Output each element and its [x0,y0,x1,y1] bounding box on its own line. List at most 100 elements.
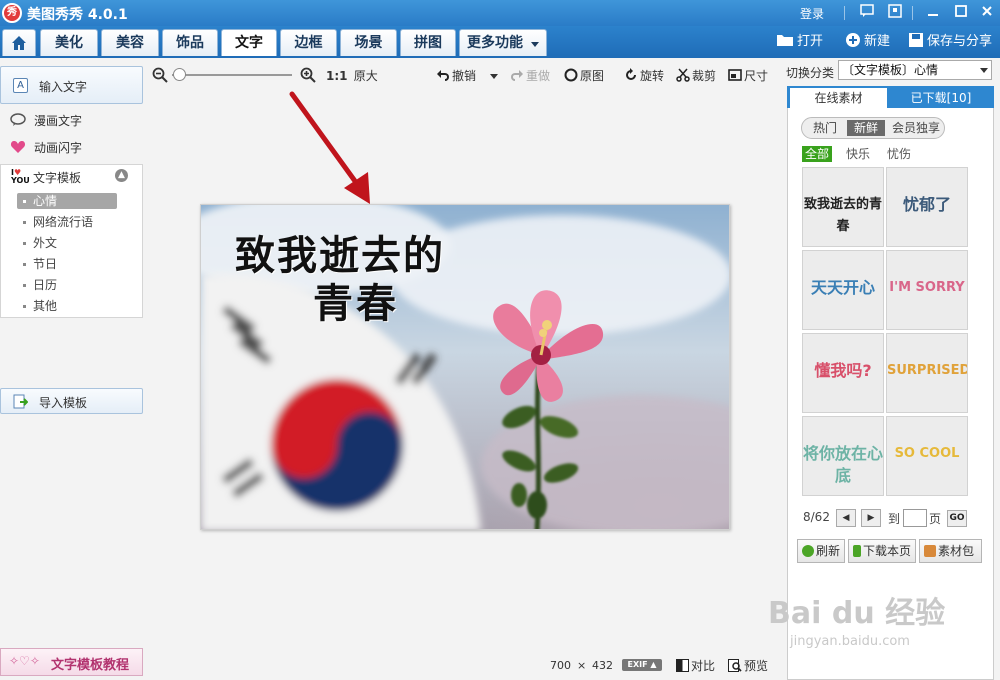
original-image-button[interactable]: 原图 [564,68,604,84]
refresh-icon [802,545,814,557]
triangle-icon: ▲ [647,660,657,669]
template-thumbnail-text: SURPRISED [887,363,968,378]
template-thumbnail[interactable]: SO COOL [886,416,968,496]
category-select[interactable]: 〔文字模板〕心情 [838,60,992,80]
sparkle-icon: ✧♡✧ [9,654,40,668]
compare-button[interactable]: 对比 [676,657,715,674]
template-thumbnail[interactable]: SURPRISED [886,333,968,413]
template-thumbnail[interactable]: 忧郁了 [886,167,968,247]
chevron-down-icon [980,68,988,73]
template-thumbnail[interactable]: 致我逝去的青春 [802,167,884,247]
template-item-calendar[interactable]: 日历 [17,277,117,293]
redo-label: 重做 [526,69,551,83]
zoom-out-icon[interactable] [152,67,168,83]
zoom-in-icon[interactable] [300,67,316,83]
text-template-tutorial-button[interactable]: ✧♡✧ 文字模板教程 [0,648,143,676]
tab-online-materials[interactable]: 在线素材 [790,88,887,108]
text-a-icon: A [13,78,28,93]
template-thumbnail[interactable]: 懂我吗? [802,333,884,413]
undo-button[interactable]: 撤销 [436,68,498,84]
next-page-button[interactable]: ▶ [861,509,881,527]
tab-scene[interactable]: 场景 [340,29,397,56]
filter-happy[interactable]: 快乐 [846,146,870,162]
subtab-hot[interactable]: 热门 [806,120,844,136]
new-button[interactable]: 新建 [845,32,890,52]
filter-all[interactable]: 全部 [802,146,833,162]
baidu-watermark-url: jingyan.baidu.com [790,634,910,649]
tab-collage[interactable]: 拼图 [400,29,456,56]
canvas-area: 1:1 原大 撤销 重做 原图 旋转 裁剪 尺寸 致我逝去的 青春 700 × … [146,58,786,680]
undo-dropdown-icon[interactable] [489,74,498,79]
exif-button[interactable]: EXIF ▲ [622,659,662,671]
redo-button[interactable]: 重做 [510,68,550,84]
annotation-arrow [289,91,370,204]
resize-button[interactable]: 尺寸 [728,68,768,84]
template-item-foreign[interactable]: 外文 [17,235,117,251]
input-text-button[interactable]: A 输入文字 [0,66,143,104]
import-template-button[interactable]: 导入模板 [0,388,143,414]
collapse-icon[interactable]: ▲ [115,169,128,182]
package-icon [924,545,936,557]
message-icon[interactable] [858,4,876,22]
goto-label: 到 [888,512,901,526]
comic-text-label: 漫画文字 [34,114,83,128]
preview-button[interactable]: 预览 [728,657,768,674]
baidu-watermark: Bai du 经验 [768,596,946,631]
close-icon[interactable] [978,4,996,22]
download-page-button[interactable]: 下载本页 [848,539,916,563]
text-template-header[interactable]: I♥ YOU 文字模板 [11,169,81,186]
comic-text-item[interactable]: 漫画文字 [10,112,82,130]
animated-text-item[interactable]: 动画闪字 [10,139,82,157]
tab-border[interactable]: 边框 [280,29,337,56]
material-pack-button[interactable]: 素材包 [919,539,982,563]
material-tabs: 在线素材 已下载[10] [787,86,994,108]
image-width: 700 [550,659,571,672]
tab-downloaded[interactable]: 已下载[10] [891,88,991,108]
tab-accessories[interactable]: 饰品 [162,29,218,56]
maximize-icon[interactable] [952,4,970,22]
input-text-label: 输入文字 [39,80,88,94]
actual-size-button[interactable]: 1:1 原大 [326,68,378,84]
save-share-button[interactable]: 保存与分享 [908,32,992,52]
template-thumbnail[interactable]: I'M SORRY [886,250,968,330]
subtab-fresh[interactable]: 新鲜 [847,120,885,136]
compare-icon [676,659,689,672]
material-pack-label: 素材包 [938,544,975,558]
app-logo: 秀 [2,3,22,23]
template-item-internet-slang[interactable]: 网络流行语 [17,214,117,230]
zoom-slider-track[interactable] [172,74,292,76]
zoom-slider-handle[interactable] [173,68,186,81]
skin-icon[interactable] [886,4,904,22]
crop-button[interactable]: 裁剪 [676,68,716,84]
folder-icon [777,35,793,46]
tab-beautify[interactable]: 美化 [40,29,98,56]
subtab-vip[interactable]: 会员独享 [889,120,943,136]
prev-page-button[interactable]: ◀ [836,509,856,527]
edit-toolbar: 1:1 原大 撤销 重做 原图 旋转 裁剪 尺寸 [146,58,786,92]
open-button[interactable]: 打开 [776,32,823,52]
minimize-icon[interactable] [924,4,942,22]
template-thumbnail[interactable]: 天天开心 [802,250,884,330]
tab-beauty[interactable]: 美容 [101,29,159,56]
tab-more-features[interactable]: 更多功能 [459,29,547,56]
filter-sad[interactable]: 忧伤 [887,146,911,162]
template-item-mood[interactable]: 心情 [17,193,117,209]
rotate-button[interactable]: 旋转 [624,68,664,84]
template-item-holiday[interactable]: 节日 [17,256,117,272]
save-share-label: 保存与分享 [927,34,993,49]
tab-home[interactable] [2,29,36,56]
photo-caption-line2[interactable]: 青春 [313,271,399,329]
photo-canvas[interactable]: 致我逝去的 青春 [200,204,730,530]
page-number-input[interactable] [903,509,927,527]
template-thumbnail[interactable]: 将你放在心底 [802,416,884,496]
undo-icon [437,70,449,81]
zoom-ratio: 1:1 [326,69,348,83]
tutorial-label: 文字模板教程 [51,658,130,673]
template-item-other[interactable]: 其他 [17,298,117,314]
chevron-down-icon [531,42,539,47]
refresh-button[interactable]: 刷新 [797,539,845,563]
login-link[interactable]: 登录 [800,5,824,22]
tab-text[interactable]: 文字 [221,29,277,56]
save-icon [909,33,923,47]
go-button[interactable]: GO [947,510,967,527]
